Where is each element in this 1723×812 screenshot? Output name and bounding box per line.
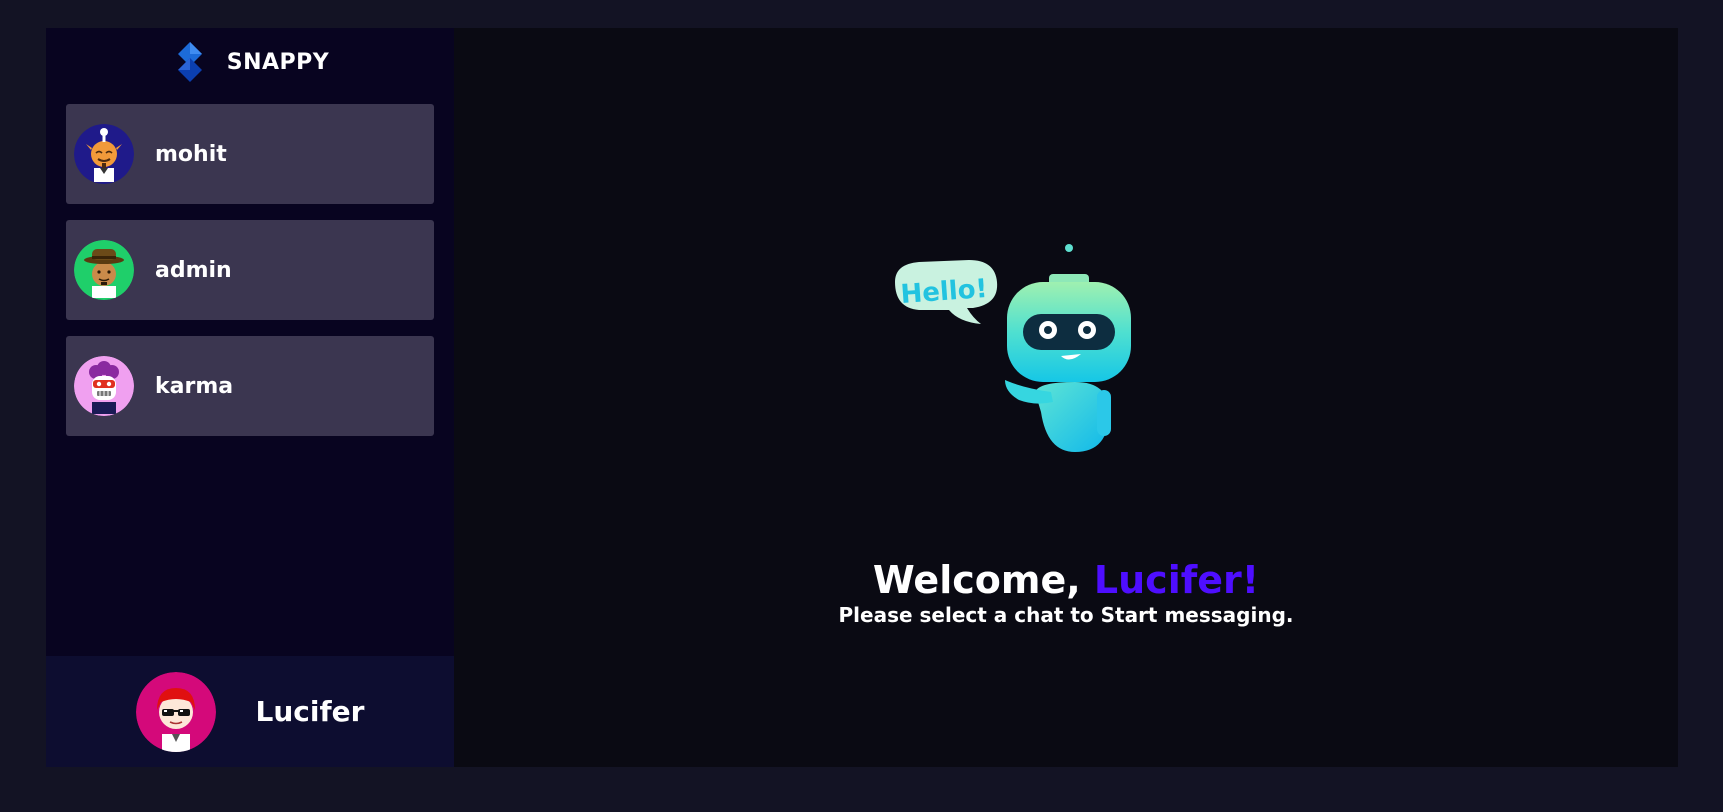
contact-item[interactable]: karma bbox=[66, 336, 434, 436]
contact-name: karma bbox=[155, 373, 234, 399]
welcome-title: Welcome, Lucifer! bbox=[454, 558, 1678, 602]
contact-list: mohit admin karma bbox=[46, 104, 454, 436]
sidebar: SNAPPY mohit admin karma Lucifer bbox=[46, 28, 454, 767]
sunglasses-avatar-icon bbox=[135, 671, 216, 752]
robot-hello-illustration: Hello! bbox=[895, 244, 1131, 452]
current-user-panel: Lucifer bbox=[46, 656, 454, 767]
genie-avatar-icon bbox=[74, 124, 134, 184]
current-user-name: Lucifer bbox=[255, 695, 365, 728]
brand-name: SNAPPY bbox=[226, 49, 330, 75]
robot-avatar-icon bbox=[74, 356, 134, 416]
cowboy-avatar-icon bbox=[74, 240, 134, 300]
snappy-logo-icon bbox=[177, 42, 202, 82]
welcome-greeting: Welcome, bbox=[872, 558, 1081, 602]
contact-item[interactable]: admin bbox=[66, 220, 434, 320]
welcome-panel: Hello! Welcome, Lucifer! Please select a… bbox=[454, 28, 1678, 767]
contact-name: mohit bbox=[155, 141, 227, 167]
chat-app-container: SNAPPY mohit admin karma Lucifer Hello! … bbox=[46, 28, 1678, 767]
contact-name: admin bbox=[155, 257, 232, 283]
welcome-message: Welcome, Lucifer! Please select a chat t… bbox=[454, 558, 1678, 628]
contact-item[interactable]: mohit bbox=[66, 104, 434, 204]
welcome-username: Lucifer! bbox=[1093, 558, 1260, 602]
brand: SNAPPY bbox=[46, 28, 454, 96]
welcome-subtitle: Please select a chat to Start messaging. bbox=[838, 603, 1294, 627]
hello-bubble-text: Hello! bbox=[900, 274, 989, 310]
